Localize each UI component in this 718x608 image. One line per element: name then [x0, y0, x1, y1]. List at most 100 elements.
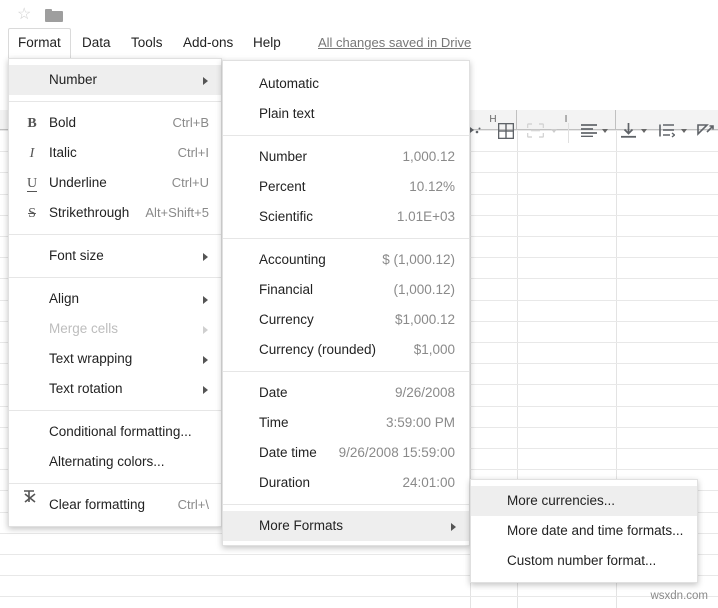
text-wrapping-icon[interactable]	[659, 123, 675, 138]
folder-icon[interactable]	[45, 9, 63, 22]
chevron-right-icon	[203, 253, 208, 261]
menu-item-financial[interactable]: Financial(1,000.12)	[223, 275, 469, 305]
menu-item-duration[interactable]: Duration 24:01:00	[223, 468, 469, 498]
menu-item-label: Date time	[259, 438, 317, 468]
menu-item-label: Text rotation	[49, 374, 123, 404]
vertical-align-dropdown-icon[interactable]	[641, 129, 647, 133]
menubar-item-help[interactable]: Help	[244, 28, 290, 57]
menu-item-shortcut: Ctrl+U	[172, 168, 209, 198]
menu-item-text-rotation[interactable]: Text rotation	[9, 374, 221, 404]
merge-cells-dropdown-icon	[551, 129, 557, 133]
menu-item-label: Currency	[259, 305, 314, 335]
menu-item-italic[interactable]: IItalicCtrl+I	[9, 138, 221, 168]
menubar-item-add-ons[interactable]: Add-ons	[174, 28, 242, 57]
underline-icon: U	[23, 168, 41, 198]
menu-item-automatic[interactable]: Automatic	[223, 69, 469, 99]
horizontal-align-dropdown-icon[interactable]	[602, 129, 608, 133]
more-formats-submenu-panel[interactable]: More currencies...More date and time for…	[470, 479, 698, 583]
menu-item-underline[interactable]: U Underline Ctrl+U	[9, 168, 221, 198]
menu-item-number[interactable]: Number1,000.12	[223, 142, 469, 172]
menu-item-percent[interactable]: Percent10.12%	[223, 172, 469, 202]
menu-item-clear-formatting[interactable]: Clear formattingCtrl+\	[9, 490, 221, 520]
menu-item-label: Merge cells	[49, 314, 118, 344]
menubar-item-format[interactable]: Format	[8, 28, 71, 58]
menu-item-conditional-formatting[interactable]: Conditional formatting...	[9, 417, 221, 447]
watermark: wsxdn.com	[650, 590, 708, 602]
save-status[interactable]: All changes saved in Drive	[318, 28, 471, 57]
menu-item-accounting[interactable]: Accounting $ (1,000.12)	[223, 245, 469, 275]
menu-item-sample-value: $1,000.12	[395, 305, 455, 335]
menu-item-sample-value: 24:01:00	[402, 468, 455, 498]
menu-separator	[9, 410, 221, 411]
vertical-align-icon[interactable]	[621, 123, 636, 138]
merge-cells-icon	[527, 123, 544, 138]
chevron-right-icon	[203, 356, 208, 364]
format-menu-panel[interactable]: Number BBoldCtrl+BIItalicCtrl+IU Underline…	[8, 58, 222, 527]
menu-item-date-time[interactable]: Date time 9/26/2008 15:59:00	[223, 438, 469, 468]
chevron-right-icon	[203, 326, 208, 334]
menu-separator	[223, 371, 469, 372]
menu-item-shortcut: Ctrl+I	[178, 138, 209, 168]
menu-separator	[9, 277, 221, 278]
menu-separator	[9, 483, 221, 484]
menu-item-label: Font size	[49, 241, 104, 271]
menu-item-label: Underline	[49, 168, 107, 198]
menu-item-label: Conditional formatting...	[49, 417, 192, 447]
menu-item-custom-number-format[interactable]: Custom number format...	[471, 546, 697, 576]
strikethrough-icon: S	[23, 198, 41, 228]
bold-icon: B	[23, 108, 41, 138]
menu-item-currency-rounded[interactable]: Currency (rounded)$1,000	[223, 335, 469, 365]
menu-item-sample-value: 10.12%	[409, 172, 455, 202]
menu-item-more-currencies[interactable]: More currencies...	[471, 486, 697, 516]
menu-item-scientific[interactable]: Scientific1.01E+03	[223, 202, 469, 232]
menu-item-label: Time	[259, 408, 289, 438]
menu-item-more-formats[interactable]: More Formats	[223, 511, 469, 541]
menu-item-label: Accounting	[259, 245, 326, 275]
menu-separator	[223, 504, 469, 505]
menu-item-label: Custom number format...	[507, 546, 656, 576]
menu-item-label: Clear formatting	[49, 490, 145, 520]
chevron-right-icon	[203, 386, 208, 394]
grid-row-line	[0, 596, 718, 597]
horizontal-align-icon[interactable]	[581, 124, 597, 137]
menu-item-label: Number	[259, 142, 307, 172]
menu-item-shortcut: Alt+Shift+5	[145, 198, 209, 228]
menu-item-label: Alternating colors...	[49, 447, 165, 477]
menu-item-text-wrapping[interactable]: Text wrapping	[9, 344, 221, 374]
menu-item-sample-value: 3:59:00 PM	[386, 408, 455, 438]
menubar-item-tools[interactable]: Tools	[122, 28, 172, 57]
menu-separator	[9, 234, 221, 235]
menu-item-date[interactable]: Date9/26/2008	[223, 378, 469, 408]
menubar-item-data[interactable]: Data	[73, 28, 120, 57]
menu-item-number[interactable]: Number	[9, 65, 221, 95]
menu-item-label: Strikethrough	[49, 198, 129, 228]
menu-item-plain-text[interactable]: Plain text	[223, 99, 469, 129]
menu-item-alternating-colors[interactable]: Alternating colors...	[9, 447, 221, 477]
number-submenu-panel[interactable]: AutomaticPlain text Number1,000.12Percent…	[222, 60, 470, 546]
spreadsheet-app: HI ☆ FormatDataToolsAdd-onsHelpAll chang…	[0, 0, 718, 608]
menu-item-align[interactable]: Align	[9, 284, 221, 314]
star-icon[interactable]: ☆	[17, 7, 33, 23]
menu-item-sample-value: 9/26/2008 15:59:00	[339, 438, 455, 468]
menu-item-label: More date and time formats...	[507, 516, 683, 546]
menu-item-font-size[interactable]: Font size	[9, 241, 221, 271]
menu-item-label: More Formats	[259, 511, 343, 541]
menu-item-strikethrough[interactable]: S Strikethrough Alt+Shift+5	[9, 198, 221, 228]
borders-icon[interactable]	[498, 123, 514, 139]
chevron-right-icon	[203, 296, 208, 304]
menu-item-sample-value: 1.01E+03	[397, 202, 455, 232]
menu-item-label: Plain text	[259, 99, 315, 129]
text-rotation-icon[interactable]	[697, 123, 715, 138]
menu-bar: FormatDataToolsAdd-onsHelp All changes sa…	[0, 28, 718, 57]
menu-item-time[interactable]: Time 3:59:00 PM	[223, 408, 469, 438]
menu-item-label: Date	[259, 378, 288, 408]
menu-item-sample-value: $ (1,000.12)	[382, 245, 455, 275]
text-wrapping-dropdown-icon[interactable]	[681, 129, 687, 133]
menu-item-bold[interactable]: BBoldCtrl+B	[9, 108, 221, 138]
menu-item-label: Duration	[259, 468, 310, 498]
menu-item-currency[interactable]: Currency $1,000.12	[223, 305, 469, 335]
menu-item-more-date-and-time-formats[interactable]: More date and time formats...	[471, 516, 697, 546]
clear-formatting-icon	[23, 490, 41, 520]
menu-item-shortcut: Ctrl+B	[173, 108, 209, 138]
italic-icon: I	[23, 138, 41, 168]
